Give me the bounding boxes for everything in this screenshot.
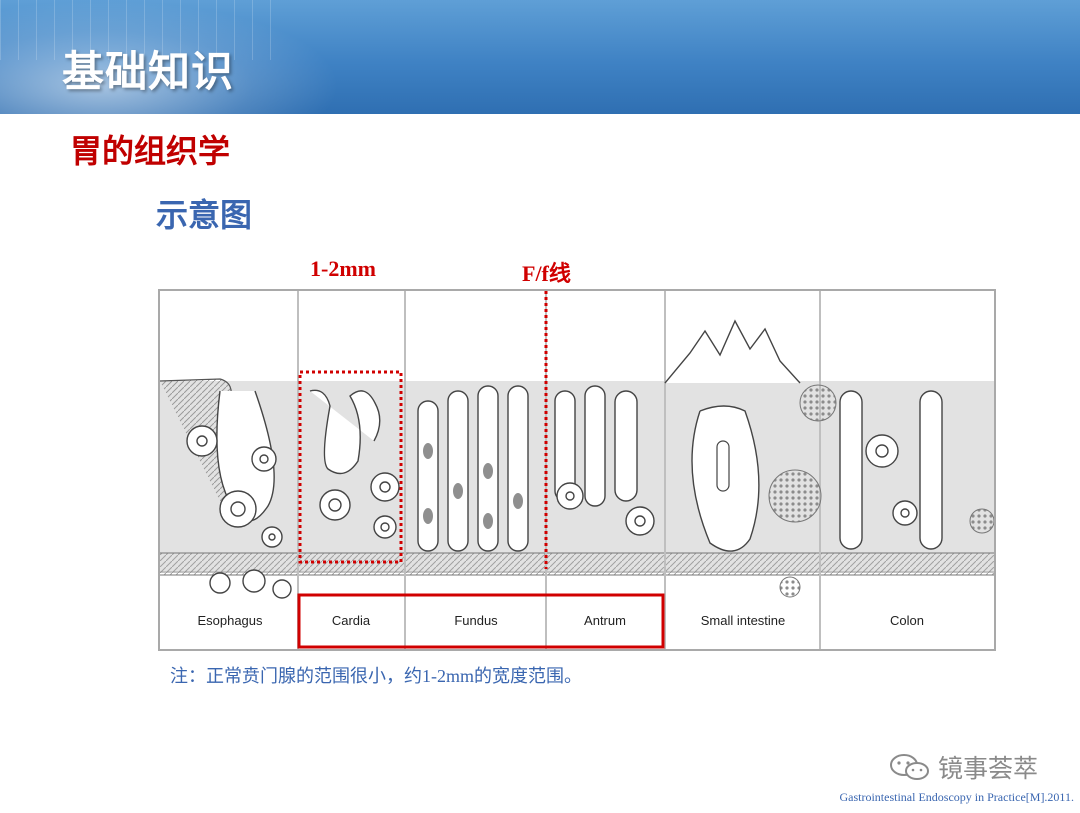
region-label-colon: Colon: [890, 613, 924, 628]
fundus-line-annotation-label: F/f线: [522, 261, 571, 286]
histology-illustration: [160, 291, 994, 649]
region-label-antrum: Antrum: [584, 613, 626, 628]
section-title: 胃的组织学: [70, 132, 231, 170]
reference-citation: Gastrointestinal Endoscopy in Practice[M…: [839, 790, 1074, 804]
watermark: 镜事荟萃: [888, 750, 1038, 784]
width-annotation-label: 1-2mm: [310, 256, 376, 281]
subsection-title: 示意图: [156, 196, 253, 234]
histology-diagram: Esophagus Cardia Fundus Antrum Small int…: [158, 289, 996, 651]
region-label-small-intestine: Small intestine: [700, 613, 786, 628]
region-label-fundus: Fundus: [454, 613, 498, 628]
watermark-text: 镜事荟萃: [938, 754, 1039, 783]
page-title: 基础知识: [62, 47, 235, 96]
wechat-icon: [890, 754, 929, 780]
diagram-caption: 注：正常贲门腺的范围很小，约1-2mm的宽度范围。: [170, 666, 582, 686]
